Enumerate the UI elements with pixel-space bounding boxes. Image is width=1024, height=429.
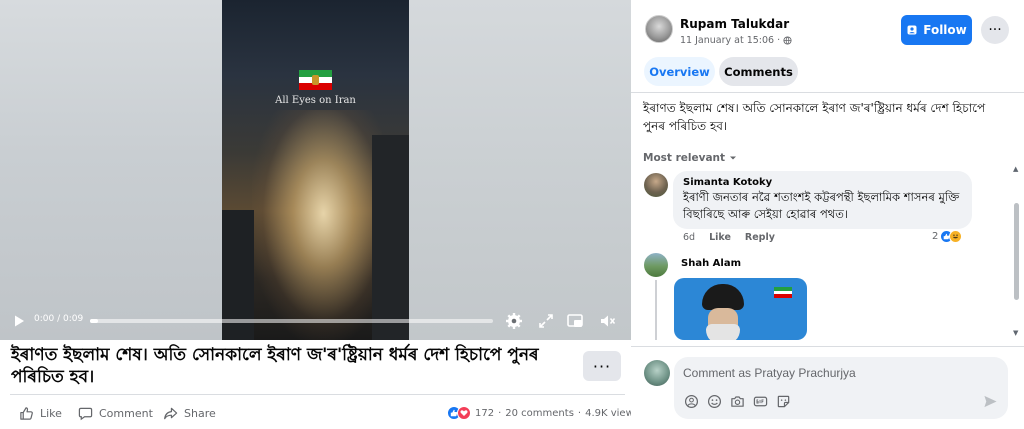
tab-overview[interactable]: Overview [644, 57, 715, 86]
video-player[interactable]: All Eyes on Iran 0:00 / 0:09 [0, 0, 631, 340]
sticker-icon[interactable] [776, 394, 791, 409]
video-blur-background-left [0, 0, 222, 340]
chevron-down-icon [730, 156, 737, 160]
divider [631, 92, 1024, 93]
composer-tools [684, 394, 791, 409]
image-beard [706, 324, 740, 340]
camera-icon[interactable] [730, 394, 745, 409]
post-title: ইৰাণত ইছলাম শেষ। অতি সোনকালে ইৰাণ জ'ৰ'ষ্… [11, 345, 539, 387]
stats-separator: · [498, 407, 502, 419]
reply-thread-line [655, 280, 657, 340]
comment-button[interactable]: Comment [78, 404, 153, 422]
image-turban [702, 284, 744, 310]
post-text: ইৰাণত ইছলাম শেষ। অতি সোনকালে ইৰাণ জ'ৰ'ষ্… [643, 101, 986, 133]
follow-button[interactable]: Follow [901, 15, 972, 45]
love-reaction-icon [457, 406, 471, 420]
scrollbar[interactable]: ▲ ▼ [1012, 165, 1020, 341]
scroll-down-icon[interactable]: ▼ [1013, 329, 1018, 337]
reaction-count: 172 [475, 407, 495, 419]
comment-sort-dropdown[interactable]: Most relevant [643, 152, 737, 164]
comment-label: Comment [99, 406, 153, 420]
scroll-up-icon[interactable]: ▲ [1013, 165, 1018, 173]
haha-reaction-icon [949, 230, 963, 243]
avatar-sticker-icon[interactable] [684, 394, 699, 409]
globe-icon [783, 36, 792, 45]
video-controls: 0:00 / 0:09 [0, 308, 631, 334]
comment-input[interactable] [683, 366, 983, 380]
gear-icon[interactable] [504, 311, 524, 331]
comment-composer[interactable] [674, 357, 1008, 419]
follow-label: Follow [923, 23, 967, 37]
picture-in-picture-icon[interactable] [565, 311, 585, 331]
iran-flag-image [299, 70, 332, 90]
commenter-avatar[interactable] [644, 253, 668, 277]
thumbs-up-icon [20, 406, 33, 420]
comment-age[interactable]: 6d [683, 232, 695, 243]
commenter-avatar[interactable] [644, 173, 668, 197]
divider [10, 394, 625, 395]
current-user-avatar[interactable] [644, 360, 670, 386]
time-display: 0:00 / 0:09 [34, 314, 84, 324]
scrollbar-thumb[interactable] [1014, 203, 1019, 300]
divider [631, 346, 1024, 347]
post-time-text: 11 January at 15:06 · [680, 35, 781, 46]
post-more-button[interactable]: ··· [583, 351, 621, 381]
share-label: Share [184, 406, 216, 420]
comment-reaction-count: 2 [932, 231, 939, 242]
volume-icon[interactable] [598, 311, 618, 331]
video-blur-background-right [409, 0, 631, 340]
play-icon[interactable] [12, 314, 26, 328]
emoji-icon[interactable] [707, 394, 722, 409]
like-button[interactable]: Like [19, 404, 62, 422]
reactions-summary[interactable]: 172 · 20 comments · 4.9K views [447, 404, 639, 422]
image-flag [774, 287, 792, 298]
tab-comments[interactable]: Comments [719, 57, 798, 86]
comment-text: ইৰাণী জনতাৰ নৱৈ শতাংশই কট্টৰপন্থী ইছলামি… [683, 190, 960, 221]
author-name[interactable]: Rupam Talukdar [680, 17, 789, 31]
sort-label: Most relevant [643, 152, 726, 164]
comment-meta: 6d Like Reply [683, 232, 775, 243]
author-avatar[interactable] [645, 15, 673, 43]
comment-reply-button[interactable]: Reply [745, 232, 775, 243]
comment-image[interactable] [674, 278, 807, 340]
gif-icon[interactable] [753, 394, 768, 409]
send-icon[interactable] [983, 394, 998, 409]
comment-bubble: Simanta Kotoky ইৰাণী জনতাৰ নৱৈ শতাংশই কট… [673, 171, 972, 229]
comment-like-button[interactable]: Like [709, 232, 731, 243]
progress-bar[interactable] [90, 319, 493, 323]
city-lights [252, 110, 382, 340]
comment-count[interactable]: 20 comments [505, 408, 574, 419]
like-label: Like [40, 406, 62, 420]
comment-icon [78, 407, 93, 420]
progress-fill [90, 319, 98, 323]
share-icon [164, 407, 178, 419]
post-timestamp[interactable]: 11 January at 15:06 · [680, 35, 792, 46]
video-frame[interactable]: All Eyes on Iran [222, 0, 409, 340]
stats-separator: · [577, 407, 582, 419]
post-side-panel: Rupam Talukdar 11 January at 15:06 · Fol… [631, 0, 1024, 429]
comment-reactions[interactable]: 2 [932, 230, 963, 243]
more-options-button[interactable]: ··· [981, 16, 1009, 44]
expand-icon[interactable] [536, 311, 556, 331]
commenter-name[interactable]: Simanta Kotoky [683, 177, 962, 188]
add-user-icon [907, 25, 917, 35]
commenter-name[interactable]: Shah Alam [681, 258, 741, 269]
video-caption: All Eyes on Iran [275, 95, 356, 106]
share-button[interactable]: Share [163, 404, 216, 422]
